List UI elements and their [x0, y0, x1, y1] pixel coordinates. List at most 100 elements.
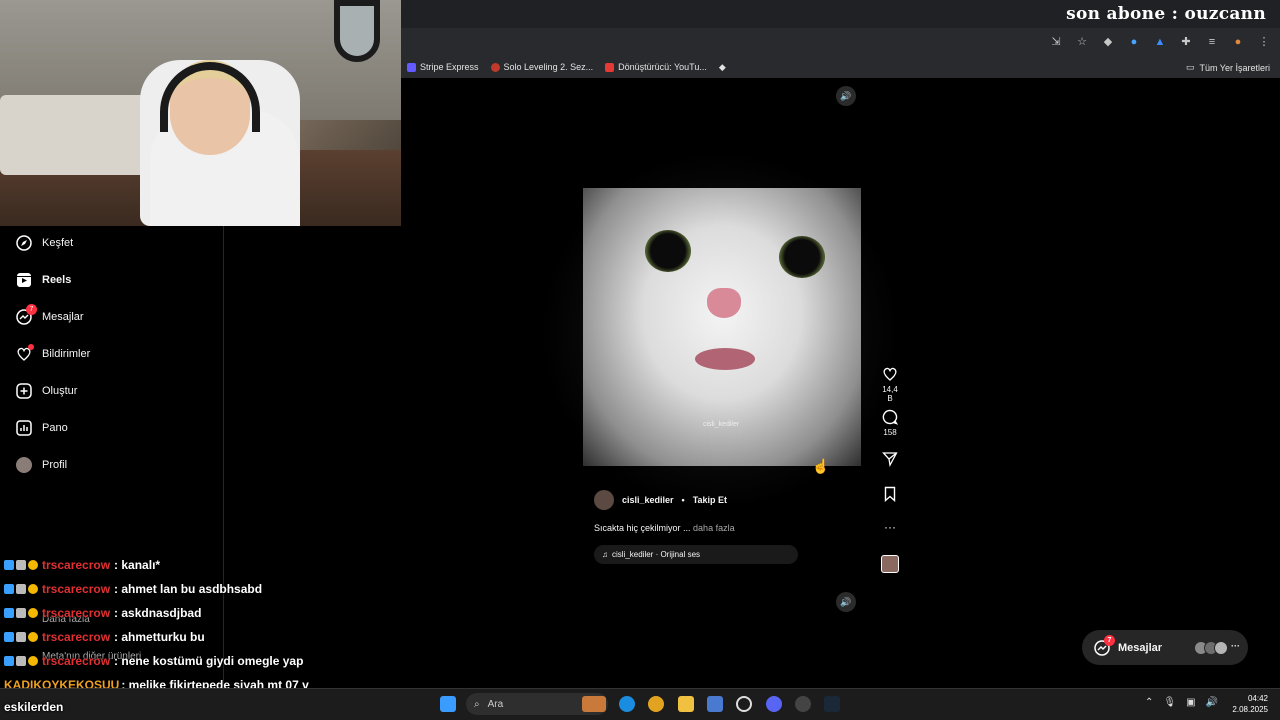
steam-icon[interactable]	[824, 696, 840, 712]
clock-date: 2.08.2025	[1232, 705, 1268, 714]
webcam-mirror	[334, 0, 380, 62]
notification-dot	[28, 344, 34, 350]
taskbar-clock[interactable]: 04:42 2.08.2025	[1232, 693, 1268, 715]
bookmarks-bar: Stripe Express Solo Leveling 2. Sez... D…	[401, 56, 1280, 78]
extension-diamond-icon[interactable]: ◆	[1102, 36, 1114, 48]
diamond-icon: ◆	[718, 61, 726, 72]
profile-avatar-icon[interactable]: ●	[1232, 36, 1244, 48]
stripe-icon	[407, 62, 416, 72]
all-bookmarks[interactable]: ▭ Tüm Yer İşaretleri	[1186, 62, 1270, 73]
reels-icon	[16, 272, 32, 288]
ellipsis-icon: ···	[884, 520, 896, 534]
sidebar-item-dashboard[interactable]: Pano	[16, 420, 68, 436]
profile-avatar	[16, 457, 32, 473]
chat-line: trscarecrow : ahmet lan bu asdbhsabd	[4, 582, 262, 596]
audio-pill[interactable]: ♫ cisli_kediler · Orijinal ses	[594, 545, 798, 564]
install-app-icon[interactable]: ⇲	[1050, 36, 1062, 48]
discord-icon[interactable]	[766, 696, 782, 712]
badge-icon	[4, 608, 14, 618]
badge-icon	[4, 656, 14, 666]
bookmark-diamond[interactable]: ◆	[719, 62, 726, 73]
chrome-icon[interactable]	[648, 696, 664, 712]
extensions-puzzle-icon[interactable]: ✚	[1180, 36, 1192, 48]
comment-button[interactable]: 158	[879, 409, 901, 437]
badge-icon	[28, 560, 38, 570]
sidebar-item-notifications[interactable]: Bildirimler	[16, 344, 90, 362]
cat-eye-left	[645, 230, 691, 272]
chat-badges	[4, 632, 38, 642]
author-username[interactable]: cisli_kediler	[622, 495, 674, 505]
badge-icon	[16, 584, 26, 594]
browser-menu-icon[interactable]: ⋮	[1258, 36, 1270, 48]
webcam-overlay	[0, 0, 401, 226]
speaker-icon: 🔊	[840, 596, 852, 607]
badge-icon	[16, 656, 26, 666]
chat-badges	[4, 656, 38, 666]
chat-line: trscarecrow : ahmetturku bu	[4, 630, 205, 644]
badge-icon	[16, 632, 26, 642]
save-button[interactable]	[879, 486, 901, 505]
sidebar-item-explore[interactable]: Keşfet	[16, 235, 73, 251]
edge-icon[interactable]	[619, 696, 635, 712]
bookmark-icon	[884, 486, 896, 502]
compass-icon	[16, 235, 32, 251]
sidebar-item-messages[interactable]: 7 Mesajlar	[16, 304, 84, 325]
search-highlight-icon[interactable]	[582, 696, 606, 712]
bookmark-star-icon[interactable]: ☆	[1076, 36, 1088, 48]
comment-count: 158	[883, 428, 897, 437]
like-button[interactable]: 14,4 B	[879, 366, 901, 403]
network-icon[interactable]: ▣	[1186, 697, 1195, 708]
heart-icon	[883, 367, 897, 381]
sidebar-item-profile[interactable]: Profil	[16, 457, 67, 473]
sidebar-item-reels[interactable]: Reels	[16, 272, 71, 288]
file-explorer-icon[interactable]	[678, 696, 694, 712]
badge-icon	[16, 560, 26, 570]
extension-badge-icon[interactable]: ▲	[1154, 36, 1166, 48]
badge-icon	[4, 560, 14, 570]
author-avatar[interactable]	[594, 490, 614, 510]
messages-pill-label: Mesajlar	[1118, 641, 1163, 654]
app-icon[interactable]	[736, 696, 752, 712]
dashboard-icon	[16, 420, 32, 436]
reel-watermark: cisli_kediler	[703, 421, 740, 428]
reel-caption: Sıcakta hiç çekilmiyor ... daha fazla	[594, 523, 735, 533]
follow-button[interactable]: Takip Et	[693, 495, 727, 505]
chat-badges	[4, 608, 38, 618]
mute-button-bottom[interactable]: 🔊	[836, 592, 856, 612]
chevron-up-icon[interactable]: ⌃	[1145, 697, 1153, 708]
badge-icon	[4, 584, 14, 594]
caption-more-link[interactable]: daha fazla	[693, 523, 735, 533]
bookmark-converter[interactable]: Dönüştürücü: YouTu...	[605, 62, 707, 72]
reel-author: cisli_kediler • Takip Et	[594, 490, 727, 510]
windows-start-icon[interactable]	[440, 696, 456, 712]
chat-line: eskilerden	[4, 700, 64, 714]
chat-line: trscarecrow : kanalı*	[4, 558, 160, 572]
chat-line: trscarecrow : askdnasdjbad	[4, 606, 201, 620]
messenger-icon: 7	[16, 304, 37, 325]
avatar	[1214, 640, 1229, 655]
cat-nose	[707, 288, 741, 318]
comment-icon	[882, 409, 898, 425]
app-icon[interactable]	[707, 696, 723, 712]
chat-badges	[4, 584, 38, 594]
microphone-icon[interactable]: 🎙	[1163, 697, 1176, 708]
more-options-button[interactable]: ···	[879, 520, 901, 534]
bookmark-solo-leveling[interactable]: Solo Leveling 2. Sez...	[490, 62, 593, 72]
badge-icon	[28, 608, 38, 618]
badge-icon	[28, 632, 38, 642]
search-icon: ⌕	[474, 698, 480, 710]
converter-icon	[605, 62, 615, 72]
bookmark-stripe[interactable]: Stripe Express	[407, 62, 479, 72]
extension-globe-icon[interactable]: ●	[1128, 36, 1140, 48]
audio-label: cisli_kediler · Orijinal ses	[612, 550, 701, 559]
share-button[interactable]	[879, 451, 901, 470]
sidebar-item-create[interactable]: Oluştur	[16, 383, 77, 399]
send-icon	[882, 452, 898, 467]
messenger-icon: 7	[1094, 634, 1115, 656]
mute-button-top[interactable]: 🔊	[836, 86, 856, 106]
obs-icon[interactable]	[795, 696, 811, 712]
reading-list-icon[interactable]: ≡	[1206, 36, 1218, 48]
audio-thumbnail[interactable]	[881, 555, 899, 573]
messages-pill[interactable]: 7 Mesajlar ···	[1082, 630, 1248, 665]
volume-icon[interactable]: 🔊	[1206, 697, 1218, 708]
